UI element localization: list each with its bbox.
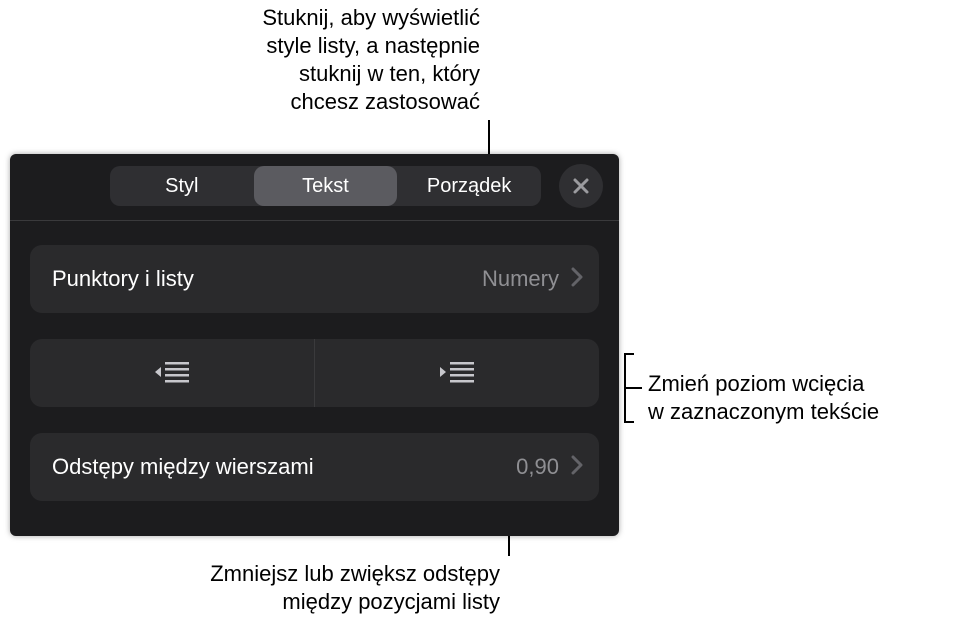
callout-indent: Zmień poziom wcięcia w zaznaczonym tekśc… bbox=[648, 370, 958, 426]
leader-line bbox=[624, 421, 634, 423]
tab-arrange[interactable]: Porządek bbox=[397, 166, 541, 206]
format-panel: Styl Tekst Porządek Punktory i listy Num… bbox=[10, 154, 619, 536]
bullets-lists-row[interactable]: Punktory i listy Numery bbox=[30, 245, 599, 313]
callout-text: Stuknij, aby wyświetlić style listy, a n… bbox=[262, 5, 480, 114]
tab-label: Tekst bbox=[302, 175, 349, 198]
leader-line bbox=[624, 387, 642, 389]
indent-button[interactable] bbox=[314, 339, 599, 407]
panel-header: Styl Tekst Porządek bbox=[10, 154, 619, 220]
tab-label: Styl bbox=[165, 175, 198, 198]
close-icon bbox=[571, 176, 591, 196]
row-label: Punktory i listy bbox=[52, 266, 482, 292]
tab-label: Porządek bbox=[427, 175, 512, 198]
row-value: 0,90 bbox=[516, 454, 559, 480]
leader-line bbox=[624, 353, 634, 355]
outdent-icon bbox=[155, 360, 189, 386]
chevron-right-icon bbox=[571, 455, 583, 480]
row-label: Odstępy między wierszami bbox=[52, 454, 516, 480]
outdent-button[interactable] bbox=[30, 339, 314, 407]
tab-text[interactable]: Tekst bbox=[254, 166, 398, 206]
callout-text: Zmniejsz lub zwiększ odstępy między pozy… bbox=[210, 561, 500, 614]
callout-list-styles: Stuknij, aby wyświetlić style listy, a n… bbox=[180, 4, 480, 116]
callout-text: Zmień poziom wcięcia w zaznaczonym tekśc… bbox=[648, 371, 879, 424]
chevron-right-icon bbox=[571, 267, 583, 292]
indent-controls bbox=[30, 339, 599, 407]
line-spacing-row[interactable]: Odstępy między wierszami 0,90 bbox=[30, 433, 599, 501]
callout-spacing: Zmniejsz lub zwiększ odstępy między pozy… bbox=[170, 560, 500, 616]
segmented-control: Styl Tekst Porządek bbox=[110, 166, 541, 206]
tab-style[interactable]: Styl bbox=[110, 166, 254, 206]
row-value: Numery bbox=[482, 266, 559, 292]
indent-icon bbox=[440, 360, 474, 386]
rows-container: Punktory i listy Numery bbox=[10, 221, 619, 501]
close-button[interactable] bbox=[559, 164, 603, 208]
